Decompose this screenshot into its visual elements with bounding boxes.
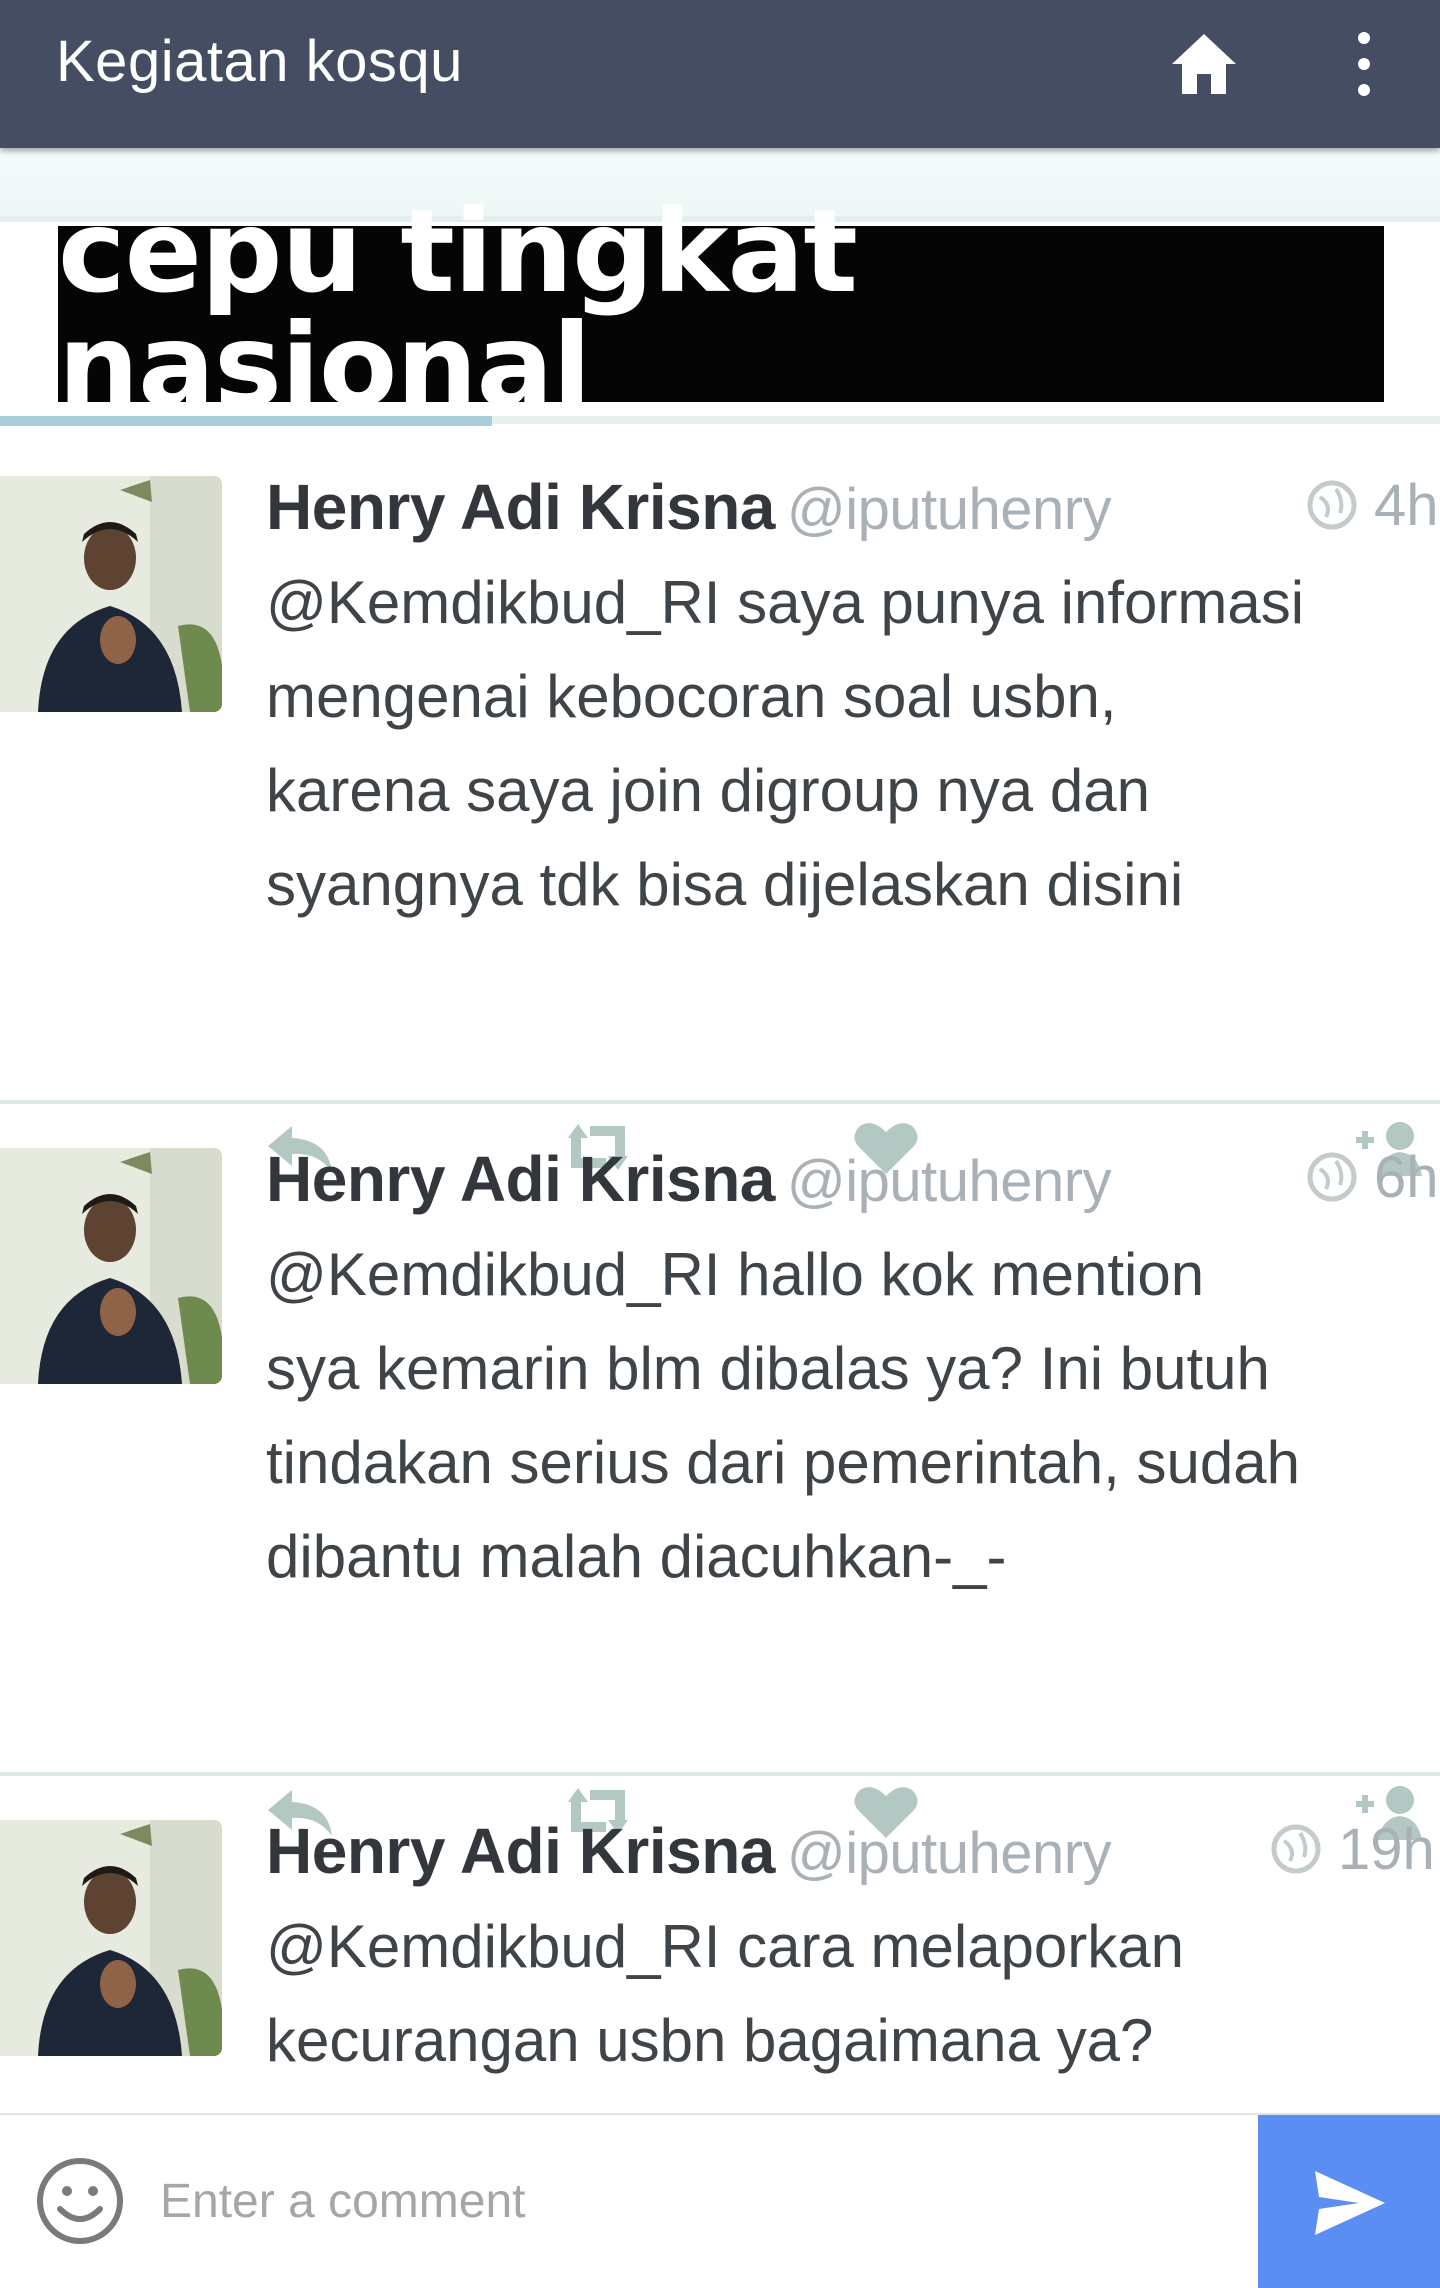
globe-icon [1271,1824,1321,1874]
tweet-text: @Kemdikbud_RI hallo kok mention sya kema… [266,1241,1300,1590]
time-label: 19h [1338,1817,1435,1882]
tweet-time: 6h [1306,1144,1439,1211]
tweet-card: Henry Adi Krisna @iputuhenry 4h @Kemdikbu… [0,428,1440,1176]
tweet-author: Henry Adi Krisna @iputuhenry [266,1814,1112,1888]
caption-text: cepu tingkat nasional [58,185,858,432]
app-title: Kegiatan kosqu [56,29,463,94]
tweet-card: Henry Adi Krisna @iputuhenry 6h @Kemdikbu… [0,1100,1440,1840]
divider [0,1100,1440,1104]
tweet-time: 19h [1270,1816,1435,1883]
send-button[interactable] [1258,2115,1440,2288]
author-name: Henry Adi Krisna [266,1143,775,1215]
time-label: 6h [1374,1145,1439,1210]
post-image[interactable]: cepu tingkat nasional Henry Adi Krisna @i… [0,148,1440,2113]
tweet-text: @Kemdikbud_RI saya punya informasi menge… [266,569,1305,918]
tweet-card: Henry Adi Krisna @iputuhenry 19h @Kemdikb… [0,1772,1440,2113]
comment-bar [0,2113,1440,2288]
author-handle: @iputuhenry [786,477,1112,542]
avatar [0,1820,222,2056]
time-label: 4h [1374,473,1439,538]
globe-icon [1307,1152,1357,1202]
progress-fill [0,416,492,426]
send-icon [1315,2170,1385,2235]
app-bar: Kegiatan kosqu [0,0,1440,148]
caption-banner: cepu tingkat nasional [58,195,1384,423]
avatar [0,1148,222,1384]
avatar [0,476,222,712]
tweet-author: Henry Adi Krisna @iputuhenry [266,1142,1112,1216]
more-vert-icon[interactable] [1338,28,1390,100]
author-name: Henry Adi Krisna [266,471,775,543]
globe-icon [1307,480,1357,530]
tweet-time: 4h [1306,472,1439,539]
divider [0,1772,1440,1776]
home-icon[interactable] [1168,28,1240,100]
author-handle: @iputuhenry [786,1821,1112,1886]
tweet-text: @Kemdikbud_RI cara melaporkan kecurangan… [266,1913,1185,2074]
author-name: Henry Adi Krisna [266,1815,775,1887]
author-handle: @iputuhenry [786,1149,1112,1214]
smiley-icon[interactable] [34,2155,126,2247]
comment-input[interactable] [160,2145,1240,2257]
tweet-author: Henry Adi Krisna @iputuhenry [266,470,1112,544]
